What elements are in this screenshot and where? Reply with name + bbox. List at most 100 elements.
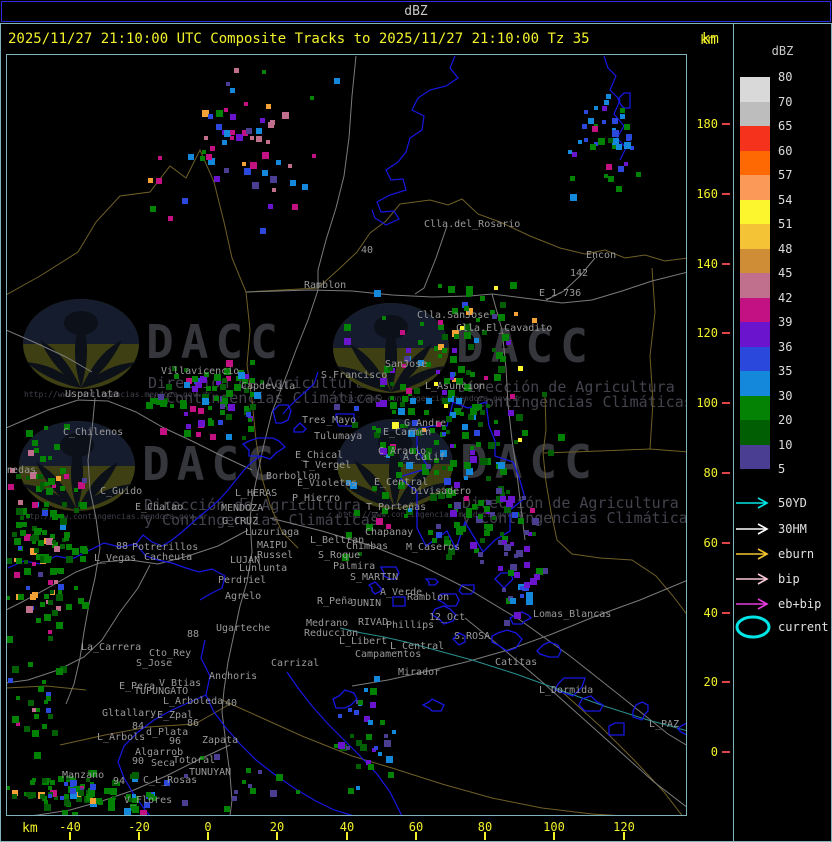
scale-value-label: 70 [778,94,793,109]
scale-value-label: 30 [778,388,793,403]
scale-color-cell [740,101,770,126]
map-label: Clla.del_Rosario [424,219,521,230]
bottom-axis-tick [553,832,555,840]
map-label: Tres_Mayo [302,415,357,426]
scale-value-label: 80 [778,70,793,84]
map-label: V_Flores [124,795,173,806]
right-axis-tick-label: 160 [696,187,718,201]
right-axis-tick [722,681,730,683]
map-label: Clla.SanJose [417,310,490,321]
map-label: S.ROSA [454,631,491,642]
map-label: d_Plata [146,727,189,738]
map-label: Encon [586,250,617,261]
map-label: Mirador [398,667,441,678]
map-label: Uspallata [65,389,120,400]
map-label: 84 [132,721,145,732]
legend-bip-label: bip [778,572,800,586]
bottom-axis-tick [69,832,71,840]
map-label: Lomas_Blancas [533,609,612,620]
radar-application-window: dBZ 2025/11/27 21:10:00 UTC Composite Tr… [0,0,832,842]
title-bar-text: dBZ [404,4,428,19]
map-label: RIVAD [358,617,389,628]
scale-color-cell [740,395,770,420]
scale-color-cell [740,420,770,445]
map-label: Campamentos [355,649,422,660]
bottom-axis-tick [346,832,348,840]
map-label: Zapata [202,735,239,746]
scale-value-label: 45 [778,266,793,280]
map-label: Seca [151,758,176,769]
map-label: C_Guido [100,486,143,497]
map-label: L_Asuncion [425,381,486,392]
map-label: 96 [169,736,182,747]
scale-color-cell [740,346,770,371]
map-label: 40 [361,245,374,256]
map-label: A_Calif [403,452,446,463]
legend-current-ellipse-icon [734,613,778,645]
map-label: S.Francisco [321,370,388,381]
map-label: G_CRUZ [222,516,259,527]
map-label: P_Hierro [292,493,341,504]
map-label: Clla.El_Cavadito [456,323,553,334]
legend-50YD-label: 50YD [778,496,807,510]
right-axis-tick [722,472,730,474]
map-label: Totoral [173,755,216,766]
right-axis-unit: km [700,33,716,48]
map-label: T_Vergel [303,460,352,471]
scale-color-cell [740,77,770,102]
map-label: C_L_Rosas [143,775,198,786]
legend-30HM-arrow-icon [734,521,774,541]
map-label: Agrelo [225,591,262,602]
bottom-axis-tick [276,832,278,840]
map-label: E_Chalao [135,502,184,513]
right-axis-tick-label: 100 [696,396,718,410]
scale-value-label: 10 [778,437,793,452]
right-axis-tick-label: 40 [703,606,718,620]
map-label: Ramblon [407,592,450,603]
scale-value-label: 5 [778,462,786,476]
map-label: MENDOZA [221,503,264,514]
scale-color-cell [740,199,770,224]
right-axis-tick-label: 180 [696,117,718,131]
bottom-axis-tick [138,832,140,840]
scale-value-label: 39 [778,315,793,329]
legend-eburn-arrow-icon [734,546,774,566]
map-label: aredas [6,465,37,476]
map-label: Capdevila [241,381,296,392]
map-label: Villavicencio [161,366,240,377]
right-axis-tick [722,612,730,614]
map-label: SanJose [385,359,428,370]
right-axis-tick [722,542,730,544]
map-label: L_HERAS [235,488,278,499]
scale-value-label: 48 [778,241,793,256]
map-label: E_1-736 [539,288,582,299]
divider-top [0,23,832,24]
scale-value-label: 20 [778,413,793,427]
map-label: 142 [570,268,589,279]
map-label: Luzuriaga [245,527,300,538]
map-label: Catitas [495,657,538,668]
right-axis-tick-label: 60 [703,536,718,550]
scale-color-cell [740,248,770,273]
scale-value-label: 36 [778,339,793,354]
map-label: S_Roque [318,550,361,561]
map-label: Cacheuta [144,552,193,563]
map-label: 12_Oct [429,612,466,623]
right-axis-tick [722,332,730,334]
map-label: L_PAZ [649,719,680,730]
map-label: C_Chilenos [63,427,124,438]
map-label: La_Carrera [81,642,142,653]
map-label: Anchoris [209,671,258,682]
map-label: Carrizal [271,658,320,669]
edge-left [0,23,1,842]
map-label: T_Porteñas [366,502,427,513]
title-bar: dBZ [1,1,831,22]
legend-eb+bip-label: eb+bip [778,597,822,611]
bottom-axis-tick [484,832,486,840]
legend-50YD-arrow-icon [734,495,774,515]
scale-color-cell [740,273,770,298]
map-label: Ramblon [304,280,347,291]
radar-map[interactable]: DACC Dirección de Agricultura y Contingenc… [6,54,687,816]
map-label: L_Dormida [539,685,594,696]
scale-color-cell [740,322,770,347]
